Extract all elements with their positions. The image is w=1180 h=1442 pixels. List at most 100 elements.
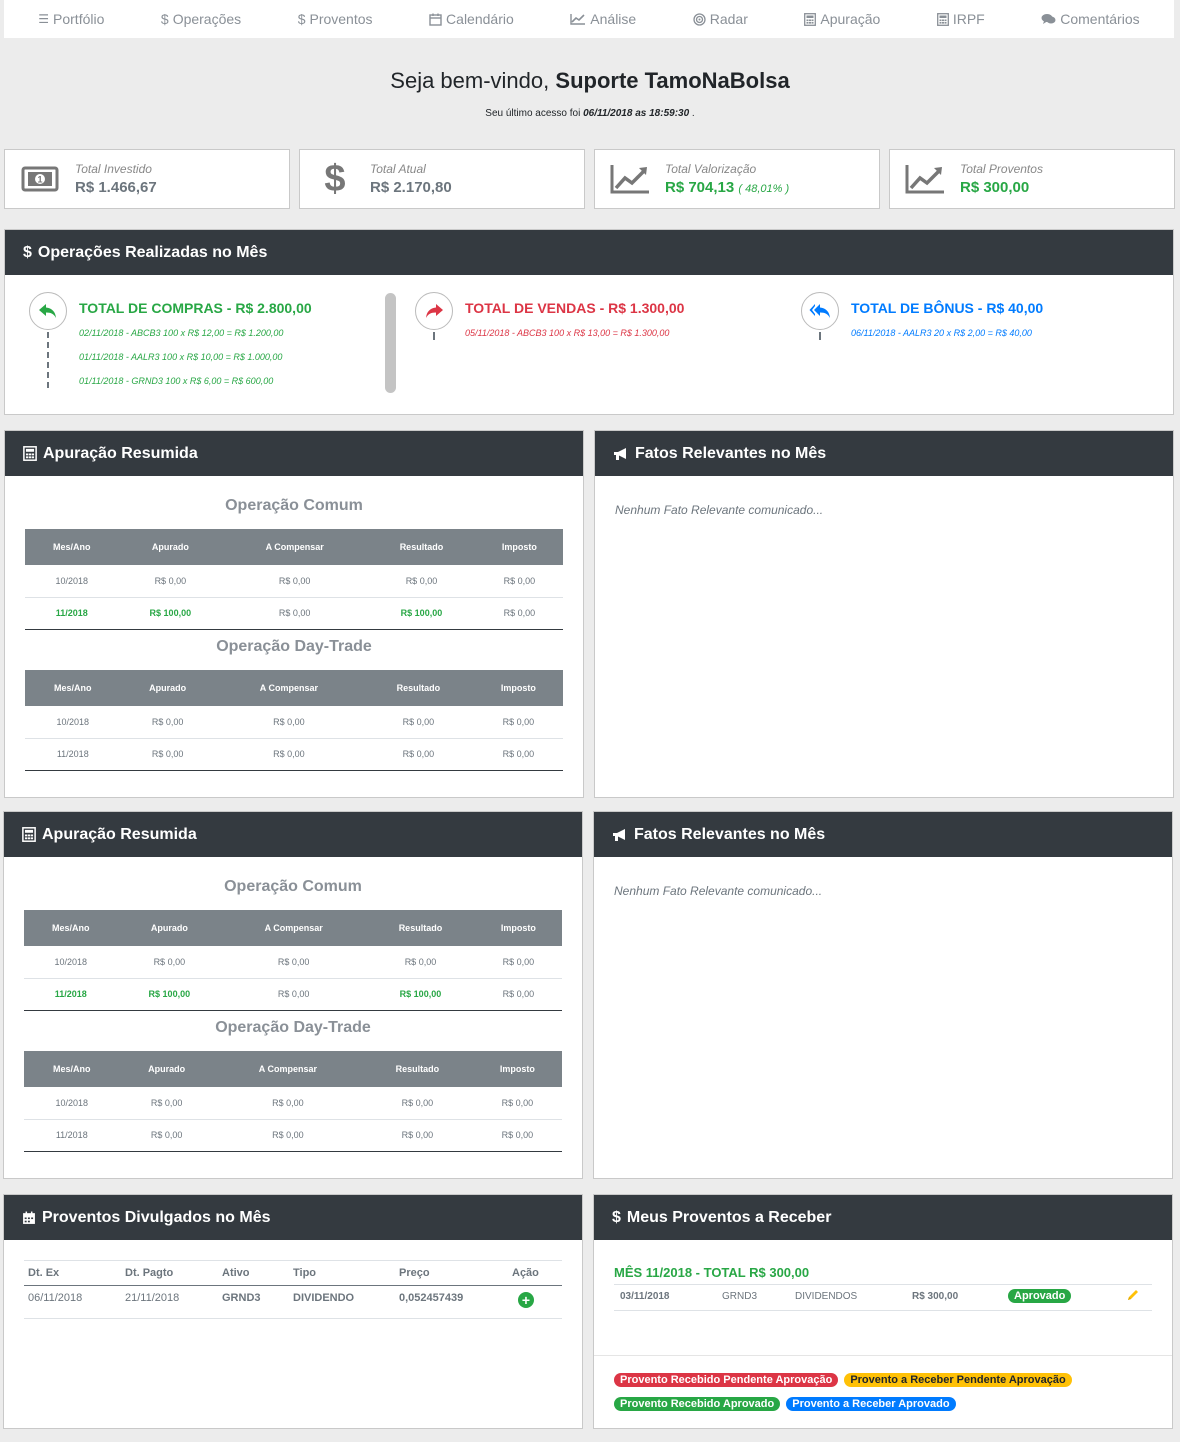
card-total-valorizacao: Total Valorização R$ 704,13 ( 48,01% ) [594,149,880,209]
user-name: Suporte TamoNaBolsa [555,68,790,93]
fatos-panel: Fatos Relevantes no Mês Nenhum Fato Rele… [594,430,1174,798]
compra-entry: 02/11/2018 - ABCB3 100 x R$ 12,00 = R$ 1… [79,328,284,338]
calculator-icon [936,12,949,26]
mes-total-title: MÊS 11/2018 - TOTAL R$ 300,00 [614,1265,810,1280]
status-legend: Provento Recebido Pendente Aprovação Pro… [614,1373,1174,1387]
operacao-daytrade-title: Operação Day-Trade [215,1019,371,1036]
proventos-divulgados-panel: Proventos Divulgados no Mês Dt. Ex Dt. P… [3,1194,583,1429]
nav-analise[interactable]: Análise [570,11,636,27]
nav-radar[interactable]: Radar [693,11,748,27]
chart-line-icon [905,165,944,194]
comments-icon [1041,14,1056,24]
svg-text:1: 1 [37,175,42,185]
nav-irpf[interactable]: IRPF [936,11,985,27]
total-valorizacao-value: R$ 704,13 [665,179,735,196]
fatos-empty-message: Nenhum Fato Relevante comunicado... [615,503,824,517]
last-access: Seu último acesso foi 06/11/2018 as 18:5… [485,108,695,119]
status-badge: Aprovado [1008,1289,1072,1303]
radar-icon [693,12,706,26]
meus-proventos-panel: $ Meus Proventos a Receber MÊS 11/2018 - … [593,1194,1173,1429]
table-row: 11/2018 R$ 100,00 R$ 0,00 R$ 100,00 R$ 0,00 [24,978,562,1011]
timeline-line [433,332,435,340]
fatos-empty-message: Nenhum Fato Relevante comunicado... [614,884,823,898]
operacao-comum-title: Operação Comum [225,497,363,514]
table-row: 06/11/2018 21/11/2018 GRND3 DIVIDENDO 0,… [24,1285,562,1319]
proventos-divulgados-table: Dt. Ex Dt. Pagto Ativo Tipo Preço Ação 0… [24,1260,562,1319]
status-legend: Provento Recebido Aprovado Provento a Re… [614,1397,1174,1411]
operacao-comum-title: Operação Comum [224,878,362,895]
dollar-icon: $ [612,1208,621,1226]
legend-badge: Provento Recebido Aprovado [614,1397,781,1411]
fatos-header: Fatos Relevantes no Mês [594,812,1172,857]
bonus-total: TOTAL DE BÔNUS - R$ 40,00 [851,300,1044,316]
dollar-icon: $ [160,11,169,27]
apuracao-panel: Apuração Resumida Operação Comum Mes/Ano… [4,430,584,798]
fatos-panel: Fatos Relevantes no Mês Nenhum Fato Rele… [593,811,1173,1179]
divider [594,1355,1172,1356]
apuracao-header: Apuração Resumida [5,431,583,476]
dollar-icon: $ [324,157,346,200]
card-total-atual: $ Total Atual R$ 2.170,80 [299,149,585,209]
operacao-comum-table: Mes/Ano Apurado A Compensar Resultado Impost… [25,529,563,630]
bonus-entry: 06/11/2018 - AALR3 20 x R$ 2,00 = R$ 40,… [851,328,1032,338]
compras-total: TOTAL DE COMPRAS - R$ 2.800,00 [79,300,312,316]
table-row: 10/2018 R$ 0,00 R$ 0,00 R$ 0,00 R$ 0,00 [25,706,563,739]
operacoes-panel: $ Operações Realizadas no Mês TOTAL DE CO… [4,229,1174,415]
calculator-icon [804,12,817,26]
chart-line-icon [610,165,649,194]
bullhorn-icon [613,828,625,841]
total-investido-value: R$ 1.466,67 [75,179,157,196]
reply-icon [29,292,67,330]
dollar-icon: $ [297,11,306,27]
nav-portfolio[interactable]: ☰ Portfólio [38,11,104,27]
welcome-section: Seja bem-vindo, Suporte TamoNaBolsa Seu … [0,68,1180,119]
calculator-icon [23,446,37,461]
table-row: 10/2018 R$ 0,00 R$ 0,00 R$ 0,00 R$ 0,00 [24,1087,562,1120]
apuracao-header: Apuração Resumida [4,812,582,857]
bullhorn-icon [614,447,626,460]
operacao-daytrade-table: Mes/Ano Apurado A Compensar Resultado Impost… [24,1051,562,1152]
scrollbar[interactable] [385,293,396,393]
nav-comentarios[interactable]: Comentários [1041,11,1140,27]
compra-entry: 01/11/2018 - AALR3 100 x R$ 10,00 = R$ 1… [79,352,283,362]
nav-operacoes[interactable]: $ Operações [161,11,241,27]
valorizacao-pct: ( 48,01% ) [738,183,790,195]
timeline-line [47,332,49,388]
calendar-icon [429,13,442,26]
operacao-daytrade-table: Mes/Ano Apurado A Compensar Resultado Impost… [25,670,563,771]
proventos-divulgados-header: Proventos Divulgados no Mês [4,1195,582,1240]
apuracao-panel: Apuração Resumida Operação Comum Mes/Ano… [3,811,583,1179]
share-icon [415,292,453,330]
edit-icon[interactable] [1126,1288,1140,1305]
vendas-total: TOTAL DE VENDAS - R$ 1.300,00 [465,300,685,316]
calculator-icon [22,827,36,842]
provento-row: 03/11/2018 GRND3 DIVIDENDOS R$ 300,00 Ap… [614,1284,1152,1311]
money-bill-icon: 1 [21,166,59,192]
bars-icon: ☰ [38,12,50,26]
add-provento-button[interactable]: + [518,1292,534,1308]
table-row: 11/2018 R$ 0,00 R$ 0,00 R$ 0,00 R$ 0,00 [25,738,563,771]
total-atual-value: R$ 2.170,80 [370,179,452,196]
reply-all-icon [801,292,839,330]
table-row: 11/2018 R$ 0,00 R$ 0,00 R$ 0,00 R$ 0,00 [24,1119,562,1152]
dollar-icon: $ [23,243,32,261]
table-row: 10/2018 R$ 0,00 R$ 0,00 R$ 0,00 R$ 0,00 [25,565,563,598]
card-total-investido: 1 Total Investido R$ 1.466,67 [4,149,290,209]
timeline-line [819,332,821,340]
top-nav: ☰ Portfólio $ Operações $ Proventos Calendá… [4,0,1174,38]
chart-line-icon [570,14,586,25]
operacao-comum-table: Mes/Ano Apurado A Compensar Resultado Impost… [24,910,562,1011]
legend-badge: Provento Recebido Pendente Aprovação [614,1373,839,1387]
nav-apuracao[interactable]: Apuração [804,11,880,27]
operacao-daytrade-title: Operação Day-Trade [216,638,372,655]
fatos-header: Fatos Relevantes no Mês [595,431,1173,476]
operacoes-header: $ Operações Realizadas no Mês [5,230,1173,275]
venda-entry: 05/11/2018 - ABCB3 100 x R$ 13,00 = R$ 1… [465,328,670,338]
legend-badge: Provento a Receber Pendente Aprovação [844,1373,1072,1387]
meus-proventos-header: $ Meus Proventos a Receber [594,1195,1172,1240]
nav-proventos[interactable]: $ Proventos [298,11,373,27]
calendar-icon [23,1211,35,1224]
nav-calendario[interactable]: Calendário [429,11,514,27]
table-row: 10/2018 R$ 0,00 R$ 0,00 R$ 0,00 R$ 0,00 [24,946,562,979]
table-row: 11/2018 R$ 100,00 R$ 0,00 R$ 100,00 R$ 0,00 [25,597,563,630]
